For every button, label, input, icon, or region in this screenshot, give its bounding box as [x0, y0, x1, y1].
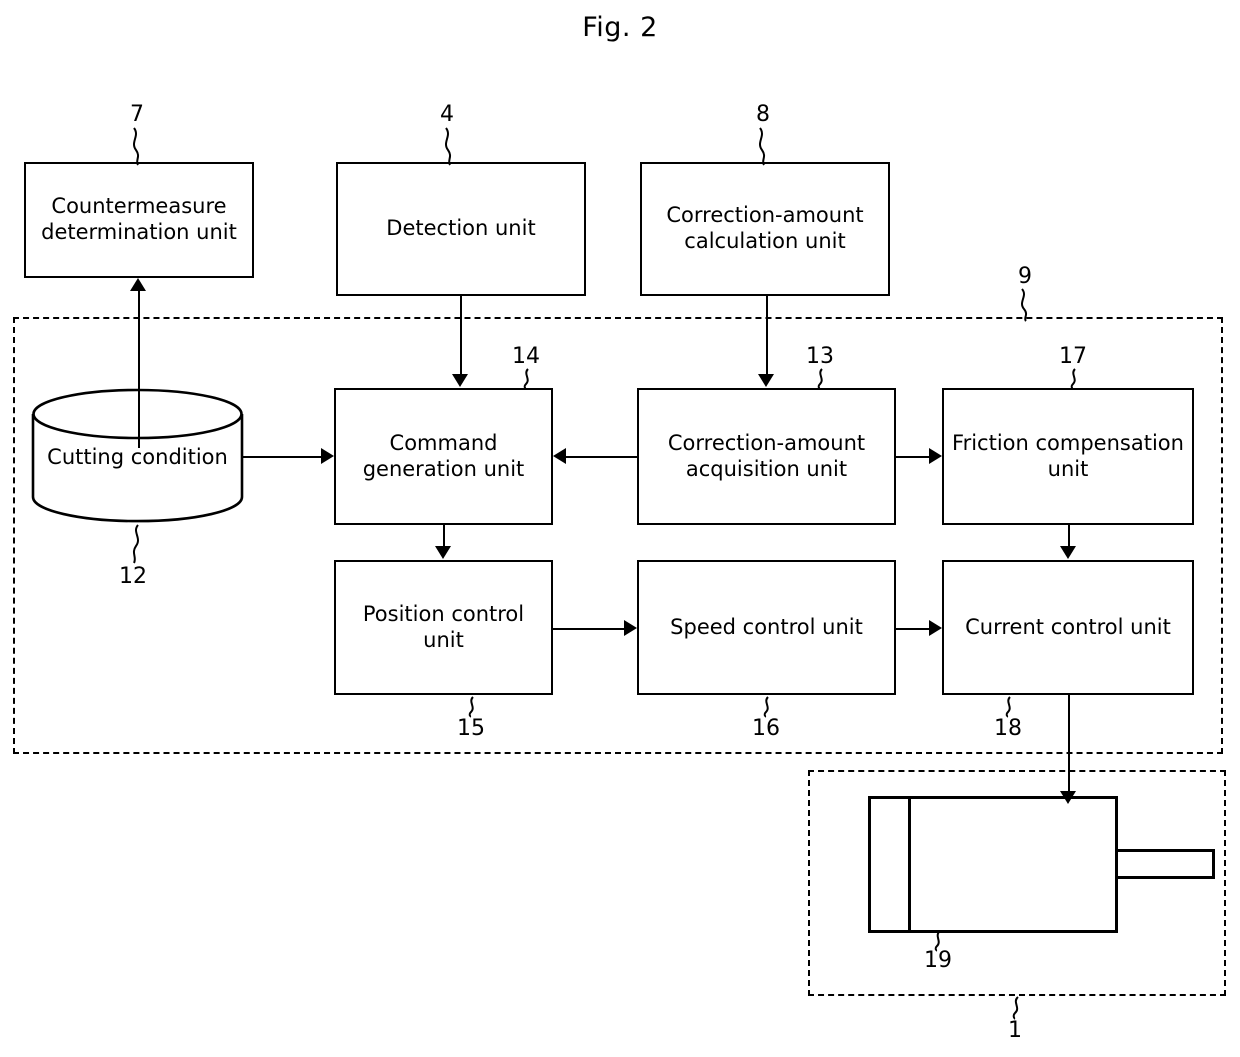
arrowhead-right-command-generation: [321, 448, 334, 464]
reference-numeral-4: 4: [440, 102, 454, 127]
block-detection-unit[interactable]: Detection unit: [336, 162, 586, 296]
leader-line-12: [132, 524, 139, 564]
figure-canvas: Fig. 2 Countermeasure determination unit…: [0, 0, 1240, 1057]
connector-command-to-position: [443, 525, 445, 548]
reference-numeral-8: 8: [756, 102, 770, 127]
connector-speed-to-current: [896, 628, 929, 630]
block-label: Current control unit: [965, 614, 1171, 639]
block-label: Position control unit: [362, 601, 525, 652]
reference-numeral-12: 12: [119, 564, 147, 589]
block-label: Correction-amount acquisition unit: [667, 430, 866, 481]
block-speed-control-unit[interactable]: Speed control unit: [637, 560, 896, 695]
connector-command-to-countermeasure: [138, 290, 140, 448]
reference-numeral-14: 14: [512, 344, 540, 369]
block-label: Command generation unit: [362, 430, 525, 481]
arrowhead-down-motor: [1060, 791, 1076, 804]
block-correction-amount-acquisition-unit[interactable]: Correction-amount acquisition unit: [637, 388, 896, 525]
reference-numeral-17: 17: [1059, 344, 1087, 369]
connector-acquisition-to-friction: [896, 456, 929, 458]
figure-title: Fig. 2: [582, 12, 658, 43]
block-label: Friction compensation unit: [952, 430, 1184, 481]
arrowhead-down-correction-acquisition: [758, 374, 774, 387]
block-label: Countermeasure determination unit: [41, 194, 237, 244]
reference-numeral-16: 16: [752, 716, 780, 741]
block-current-control-unit[interactable]: Current control unit: [942, 560, 1194, 695]
reference-numeral-13: 13: [806, 344, 834, 369]
leader-line-17: [1070, 368, 1076, 390]
leader-line-8: [759, 127, 766, 166]
arrowhead-up-countermeasure: [130, 278, 146, 291]
connector-friction-to-current: [1068, 525, 1070, 548]
connector-detection-to-command: [460, 296, 462, 374]
block-countermeasure-determination-unit[interactable]: Countermeasure determination unit: [24, 162, 254, 278]
arrowhead-down-position-control: [435, 546, 451, 559]
connector-cutting-to-command: [243, 456, 321, 458]
leader-line-15: [468, 696, 474, 718]
reference-numeral-18: 18: [994, 716, 1022, 741]
arrowhead-down-command-generation: [452, 374, 468, 387]
block-label: Correction-amount calculation unit: [666, 203, 864, 253]
leader-line-13: [817, 368, 823, 390]
connector-position-to-speed: [553, 628, 624, 630]
arrowhead-left-command-generation: [553, 448, 566, 464]
leader-line-9: [1021, 288, 1028, 322]
motor-endcap: [871, 799, 911, 930]
block-correction-amount-calculation-unit[interactable]: Correction-amount calculation unit: [640, 162, 890, 296]
leader-line-4: [445, 127, 452, 166]
arrowhead-right-speed-control: [624, 620, 637, 636]
leader-line-16: [763, 696, 769, 718]
arrowhead-right-current-control: [929, 620, 942, 636]
block-position-control-unit[interactable]: Position control unit: [334, 560, 553, 695]
motor-shaft: [1118, 849, 1215, 879]
arrowhead-down-current-control: [1060, 546, 1076, 559]
leader-line-1: [1012, 996, 1019, 1020]
connector-current-to-motor: [1068, 695, 1070, 797]
leader-line-19: [934, 930, 941, 952]
motor-body[interactable]: [868, 796, 1118, 933]
connector-calc-to-acquisition: [766, 296, 768, 374]
reference-numeral-9: 9: [1018, 264, 1032, 289]
datastore-label: Cutting condition: [47, 445, 228, 470]
reference-numeral-7: 7: [130, 102, 144, 127]
block-label: Speed control unit: [670, 614, 863, 639]
leader-line-7: [133, 127, 140, 166]
block-friction-compensation-unit[interactable]: Friction compensation unit: [942, 388, 1194, 525]
connector-acquisition-to-command: [566, 456, 637, 458]
arrowhead-right-friction-compensation: [929, 448, 942, 464]
block-label: Detection unit: [386, 216, 536, 241]
reference-numeral-1: 1: [1008, 1018, 1022, 1043]
leader-line-14: [523, 368, 529, 390]
reference-numeral-15: 15: [457, 716, 485, 741]
block-command-generation-unit[interactable]: Command generation unit: [334, 388, 553, 525]
leader-line-18: [1005, 696, 1011, 718]
